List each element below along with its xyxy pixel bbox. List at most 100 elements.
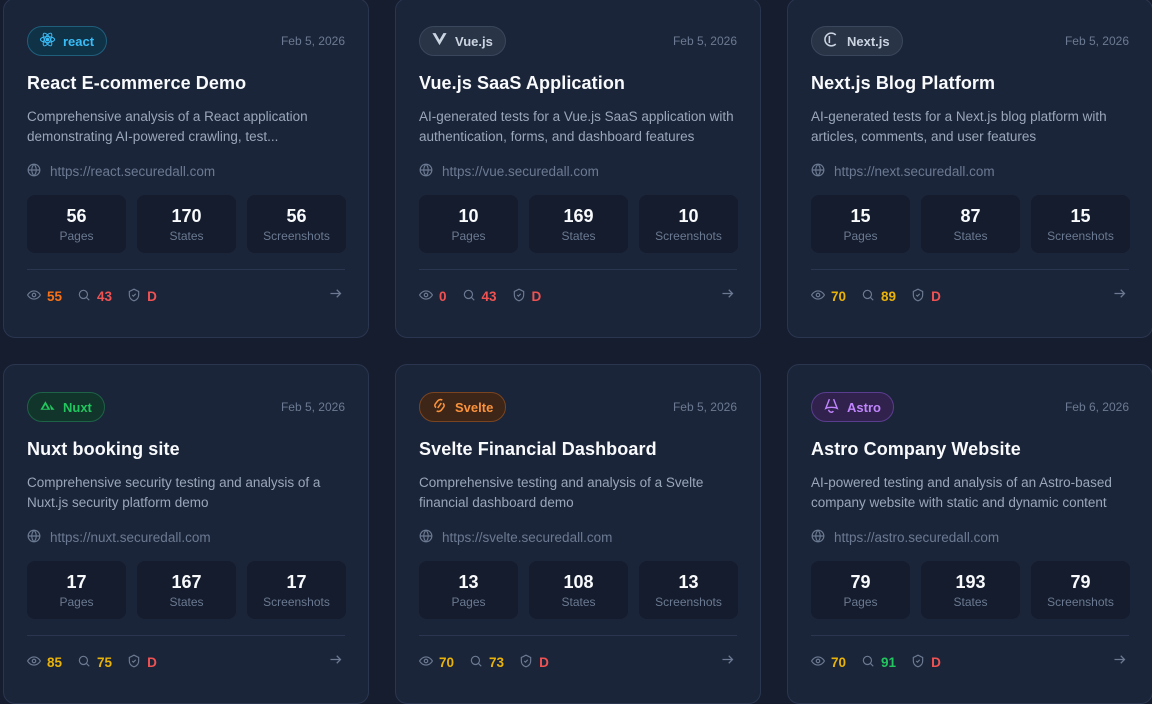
stat-pages-value: 15 bbox=[850, 206, 871, 226]
stat-screenshots: 79 Screenshots bbox=[1031, 561, 1130, 619]
stat-screenshots-label: Screenshots bbox=[1047, 229, 1114, 243]
search-value: 89 bbox=[881, 288, 897, 304]
stat-screenshots-label: Screenshots bbox=[263, 595, 330, 609]
card-title[interactable]: Vue.js SaaS Application bbox=[419, 73, 737, 94]
shield-check-icon bbox=[911, 654, 925, 671]
stat-states: 87 States bbox=[921, 195, 1020, 253]
framework-badge: Vue.js bbox=[419, 26, 506, 56]
stat-screenshots: 17 Screenshots bbox=[247, 561, 346, 619]
framework-badge: Next.js bbox=[811, 26, 903, 56]
shield-check-icon bbox=[127, 288, 141, 305]
search-metric: 75 bbox=[77, 654, 112, 671]
search-icon bbox=[462, 288, 476, 305]
search-icon bbox=[77, 288, 91, 305]
stat-pages-label: Pages bbox=[59, 595, 94, 609]
card-url[interactable]: https://next.securedall.com bbox=[834, 164, 995, 179]
grade-value: D bbox=[539, 654, 549, 670]
globe-icon bbox=[27, 163, 41, 180]
card-date: Feb 6, 2026 bbox=[1064, 400, 1129, 414]
arrow-right-icon[interactable] bbox=[328, 652, 343, 672]
framework-badge-label: react bbox=[63, 33, 95, 49]
search-value: 43 bbox=[481, 288, 497, 304]
card-title[interactable]: Nuxt booking site bbox=[27, 439, 345, 460]
stat-screenshots-label: Screenshots bbox=[1047, 595, 1114, 609]
search-value: 73 bbox=[489, 654, 505, 670]
project-card-next[interactable]: Next.js Feb 5, 2026 Next.js Blog Platfor… bbox=[787, 0, 1152, 338]
stat-states: 193 States bbox=[921, 561, 1020, 619]
security-grade: D bbox=[512, 288, 541, 305]
views-value: 70 bbox=[439, 654, 455, 670]
divider bbox=[811, 269, 1129, 270]
stat-states: 167 States bbox=[137, 561, 236, 619]
card-url[interactable]: https://nuxt.securedall.com bbox=[50, 530, 211, 545]
card-url[interactable]: https://svelte.securedall.com bbox=[442, 530, 612, 545]
arrow-right-icon[interactable] bbox=[328, 286, 343, 306]
views-metric: 70 bbox=[810, 288, 846, 305]
card-description: Comprehensive security testing and analy… bbox=[27, 475, 321, 510]
security-grade: D bbox=[519, 654, 549, 671]
stat-screenshots-value: 17 bbox=[286, 572, 307, 592]
card-url[interactable]: https://astro.securedall.com bbox=[834, 530, 999, 545]
search-metric: 91 bbox=[861, 654, 896, 671]
eye-icon bbox=[26, 654, 42, 671]
card-date: Feb 5, 2026 bbox=[672, 400, 737, 414]
project-card-svelte[interactable]: Svelte Feb 5, 2026 Svelte Financial Dash… bbox=[395, 364, 761, 704]
stat-pages-value: 13 bbox=[458, 572, 479, 592]
framework-badge: Nuxt bbox=[27, 392, 105, 422]
stat-screenshots-value: 79 bbox=[1070, 572, 1091, 592]
stat-screenshots-value: 15 bbox=[1070, 206, 1091, 226]
card-title[interactable]: Astro Company Website bbox=[811, 439, 1129, 460]
card-title[interactable]: Next.js Blog Platform bbox=[811, 73, 1129, 94]
divider bbox=[27, 635, 345, 636]
project-card-vue[interactable]: Vue.js Feb 5, 2026 Vue.js SaaS Applicati… bbox=[395, 0, 761, 338]
card-title[interactable]: React E-commerce Demo bbox=[27, 73, 345, 94]
arrow-right-icon[interactable] bbox=[720, 286, 735, 306]
stat-states: 108 States bbox=[529, 561, 628, 619]
nuxt-icon bbox=[39, 397, 56, 417]
arrow-right-icon[interactable] bbox=[1112, 652, 1127, 672]
views-value: 0 bbox=[439, 288, 447, 304]
stat-screenshots-value: 56 bbox=[286, 206, 307, 226]
card-url[interactable]: https://react.securedall.com bbox=[50, 164, 215, 179]
project-card-astro[interactable]: Astro Feb 6, 2026 Astro Company Website … bbox=[787, 364, 1152, 704]
search-icon bbox=[861, 654, 875, 671]
stat-states-value: 108 bbox=[563, 572, 594, 592]
shield-check-icon bbox=[519, 654, 533, 671]
arrow-right-icon[interactable] bbox=[720, 652, 735, 672]
stat-pages: 56 Pages bbox=[27, 195, 126, 253]
views-value: 85 bbox=[47, 654, 63, 670]
divider bbox=[419, 269, 737, 270]
search-icon bbox=[77, 654, 91, 671]
card-date: Feb 5, 2026 bbox=[1064, 34, 1129, 48]
stat-pages-label: Pages bbox=[451, 229, 486, 243]
shield-check-icon bbox=[127, 654, 141, 671]
framework-badge: Svelte bbox=[419, 392, 507, 422]
stat-states-label: States bbox=[561, 595, 596, 609]
project-card-nuxt[interactable]: Nuxt Feb 5, 2026 Nuxt booking site Compr… bbox=[3, 364, 369, 704]
card-date: Feb 5, 2026 bbox=[672, 34, 737, 48]
security-grade: D bbox=[127, 654, 157, 671]
grade-value: D bbox=[931, 288, 941, 304]
stat-screenshots: 56 Screenshots bbox=[247, 195, 346, 253]
framework-badge-label: Svelte bbox=[455, 399, 494, 415]
card-date: Feb 5, 2026 bbox=[280, 400, 345, 414]
arrow-right-icon[interactable] bbox=[1112, 286, 1127, 306]
divider bbox=[811, 635, 1129, 636]
card-url[interactable]: https://vue.securedall.com bbox=[442, 164, 599, 179]
search-metric: 43 bbox=[77, 288, 112, 305]
eye-icon bbox=[810, 654, 826, 671]
eye-icon bbox=[810, 288, 826, 305]
project-card-react[interactable]: react Feb 5, 2026 React E-commerce Demo … bbox=[3, 0, 369, 338]
shield-check-icon bbox=[512, 288, 526, 305]
views-metric: 55 bbox=[26, 288, 62, 305]
grade-value: D bbox=[931, 654, 941, 670]
stat-states-label: States bbox=[169, 229, 204, 243]
card-description: Comprehensive testing and analysis of a … bbox=[419, 475, 704, 510]
stat-pages-label: Pages bbox=[843, 229, 878, 243]
react-icon bbox=[39, 31, 56, 51]
vue-icon bbox=[431, 31, 448, 51]
security-grade: D bbox=[911, 288, 941, 305]
search-metric: 43 bbox=[462, 288, 497, 305]
card-title[interactable]: Svelte Financial Dashboard bbox=[419, 439, 737, 460]
card-date: Feb 5, 2026 bbox=[280, 34, 345, 48]
